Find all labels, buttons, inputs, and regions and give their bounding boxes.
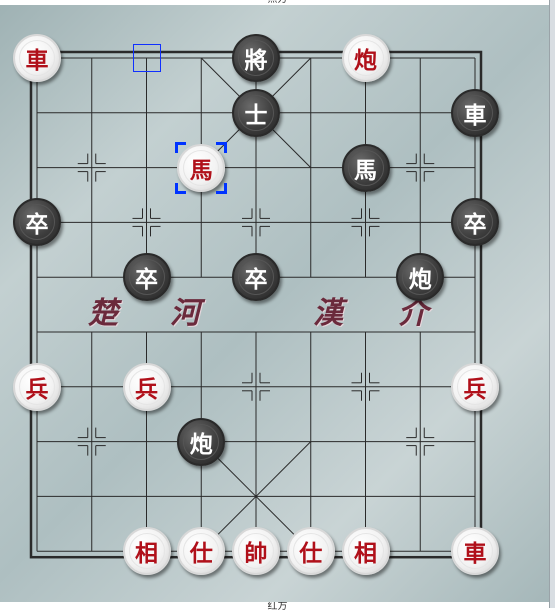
- piece-label: 馬: [354, 156, 377, 184]
- piece-label: 帥: [244, 540, 268, 568]
- black-chariot-piece[interactable]: 車: [451, 88, 499, 137]
- piece-label: 炮: [189, 430, 213, 458]
- bottom-side-label: 红方: [267, 602, 288, 612]
- red-general-piece[interactable]: 帥: [232, 527, 280, 576]
- piece-label: 車: [25, 47, 49, 74]
- red-soldier-piece[interactable]: 兵: [451, 362, 499, 411]
- piece-label: 相: [135, 540, 158, 568]
- piece-label: 卒: [463, 211, 487, 239]
- piece-label: 馬: [189, 156, 213, 184]
- piece-label: 將: [244, 47, 268, 74]
- piece-label: 卒: [135, 266, 158, 294]
- piece-label: 炮: [408, 266, 432, 294]
- red-advisor-piece[interactable]: 仕: [286, 527, 335, 576]
- black-general-piece[interactable]: 將: [232, 34, 280, 82]
- river-text-chu: 楚: [88, 296, 118, 331]
- red-soldier-piece[interactable]: 兵: [122, 362, 171, 411]
- piece-label: 兵: [25, 375, 49, 403]
- piece-label: 相: [354, 540, 377, 568]
- black-advisor-piece[interactable]: 士: [232, 88, 280, 137]
- black-cannon-piece[interactable]: 炮: [177, 417, 226, 466]
- red-horse-piece[interactable]: 馬: [177, 143, 226, 192]
- red-chariot-piece[interactable]: 車: [451, 527, 499, 576]
- black-soldier-piece[interactable]: 卒: [122, 253, 171, 302]
- red-elephant-piece[interactable]: 相: [122, 527, 171, 576]
- piece-label: 炮: [354, 47, 377, 74]
- piece-label: 卒: [244, 266, 268, 294]
- piece-label: 士: [244, 101, 268, 129]
- piece-label: 車: [463, 540, 487, 568]
- piece-label: 兵: [463, 375, 487, 403]
- black-horse-piece[interactable]: 馬: [341, 143, 390, 192]
- last-move-marker[interactable]: [132, 44, 161, 72]
- red-cannon-piece[interactable]: 炮: [341, 34, 390, 82]
- piece-label: 車: [463, 101, 487, 129]
- piece-label: 卒: [25, 211, 49, 239]
- red-soldier-piece[interactable]: 兵: [13, 362, 61, 411]
- piece-label: 兵: [135, 375, 158, 403]
- black-soldier-piece[interactable]: 卒: [232, 253, 280, 302]
- piece-label: 仕: [299, 540, 323, 568]
- red-elephant-piece[interactable]: 相: [341, 527, 390, 576]
- red-chariot-piece[interactable]: 車: [13, 34, 61, 82]
- river-text-he: 河: [170, 296, 200, 331]
- river-text-han: 漢: [313, 296, 343, 331]
- piece-label: 仕: [189, 540, 213, 568]
